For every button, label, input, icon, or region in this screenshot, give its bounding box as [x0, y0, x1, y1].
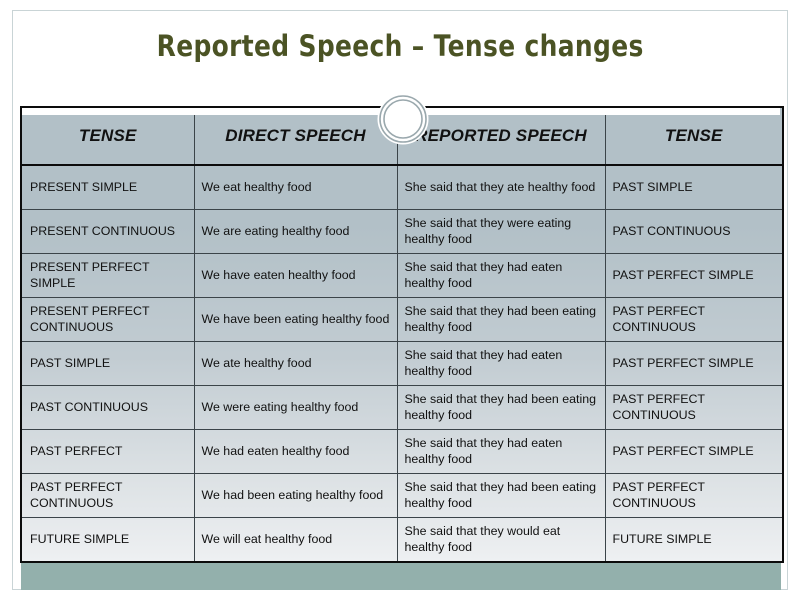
cell-direct-speech: We are eating healthy food	[193, 209, 398, 254]
table-body: PRESENT SIMPLE We eat healthy food She s…	[20, 164, 784, 563]
cell-reported-speech: She said that they were eating healthy f…	[396, 209, 606, 254]
presentation-slide: Reported Speech – Tense changes TENSE DI…	[12, 10, 788, 590]
cell-reported-speech: She said that they had been eating healt…	[396, 473, 606, 518]
cell-tense-from: PAST PERFECT CONTINUOUS	[20, 473, 195, 518]
cell-tense-from: PAST CONTINUOUS	[20, 385, 195, 430]
cell-reported-speech: She said that they had been eating healt…	[396, 297, 606, 342]
title-area: Reported Speech – Tense changes	[13, 29, 787, 63]
cell-reported-speech: She said that they had eaten healthy foo…	[396, 429, 606, 474]
table-row: PRESENT SIMPLE We eat healthy food She s…	[20, 164, 784, 210]
cell-tense-to: PAST PERFECT SIMPLE	[604, 341, 784, 386]
table-row: PAST PERFECT We had eaten healthy food S…	[20, 429, 784, 474]
table-row: PRESENT PERFECT CONTINUOUS We have been …	[20, 297, 784, 342]
table-row: PAST PERFECT CONTINUOUS We had been eati…	[20, 473, 784, 518]
cell-reported-speech: She said that they had been eating healt…	[396, 385, 606, 430]
cell-reported-speech: She said that they would eat healthy foo…	[396, 517, 606, 563]
cell-tense-to: PAST PERFECT SIMPLE	[604, 253, 784, 298]
cell-direct-speech: We had eaten healthy food	[193, 429, 398, 474]
table-row: PAST SIMPLE We ate healthy food She said…	[20, 341, 784, 386]
table-row: FUTURE SIMPLE We will eat healthy food S…	[20, 517, 784, 563]
table-header-row: TENSE DIRECT SPEECH REPORTED SPEECH TENS…	[20, 106, 784, 166]
cell-direct-speech: We were eating healthy food	[193, 385, 398, 430]
cell-tense-to: PAST PERFECT CONTINUOUS	[604, 385, 784, 430]
cell-reported-speech: She said that they had eaten healthy foo…	[396, 341, 606, 386]
cell-tense-from: PAST SIMPLE	[20, 341, 195, 386]
page-title: Reported Speech – Tense changes	[156, 29, 644, 63]
table-row: PAST CONTINUOUS We were eating healthy f…	[20, 385, 784, 430]
table-row: PRESENT CONTINUOUS We are eating healthy…	[20, 209, 784, 254]
cell-tense-to: PAST PERFECT SIMPLE	[604, 429, 784, 474]
column-header-tense-from: TENSE	[20, 106, 195, 166]
cell-reported-speech: She said that they ate healthy food	[396, 164, 606, 210]
tense-changes-table: TENSE DIRECT SPEECH REPORTED SPEECH TENS…	[20, 106, 784, 563]
footer-band	[21, 562, 781, 590]
cell-tense-from: FUTURE SIMPLE	[20, 517, 195, 563]
cell-tense-to: PAST CONTINUOUS	[604, 209, 784, 254]
cell-tense-to: PAST SIMPLE	[604, 164, 784, 210]
column-header-direct-speech: DIRECT SPEECH	[193, 106, 398, 166]
cell-direct-speech: We eat healthy food	[193, 164, 398, 210]
column-header-reported-speech: REPORTED SPEECH	[396, 106, 606, 166]
column-header-tense-to: TENSE	[604, 106, 784, 166]
cell-tense-from: PRESENT SIMPLE	[20, 164, 195, 210]
cell-tense-from: PRESENT PERFECT CONTINUOUS	[20, 297, 195, 342]
cell-tense-from: PAST PERFECT	[20, 429, 195, 474]
cell-direct-speech: We have been eating healthy food	[193, 297, 398, 342]
cell-tense-to: FUTURE SIMPLE	[604, 517, 784, 563]
cell-direct-speech: We had been eating healthy food	[193, 473, 398, 518]
cell-tense-from: PRESENT CONTINUOUS	[20, 209, 195, 254]
cell-direct-speech: We ate healthy food	[193, 341, 398, 386]
cell-tense-to: PAST PERFECT CONTINUOUS	[604, 473, 784, 518]
cell-tense-to: PAST PERFECT CONTINUOUS	[604, 297, 784, 342]
table-row: PRESENT PERFECT SIMPLE We have eaten hea…	[20, 253, 784, 298]
cell-reported-speech: She said that they had eaten healthy foo…	[396, 253, 606, 298]
cell-tense-from: PRESENT PERFECT SIMPLE	[20, 253, 195, 298]
table-header: TENSE DIRECT SPEECH REPORTED SPEECH TENS…	[20, 106, 784, 166]
cell-direct-speech: We will eat healthy food	[193, 517, 398, 563]
cell-direct-speech: We have eaten healthy food	[193, 253, 398, 298]
